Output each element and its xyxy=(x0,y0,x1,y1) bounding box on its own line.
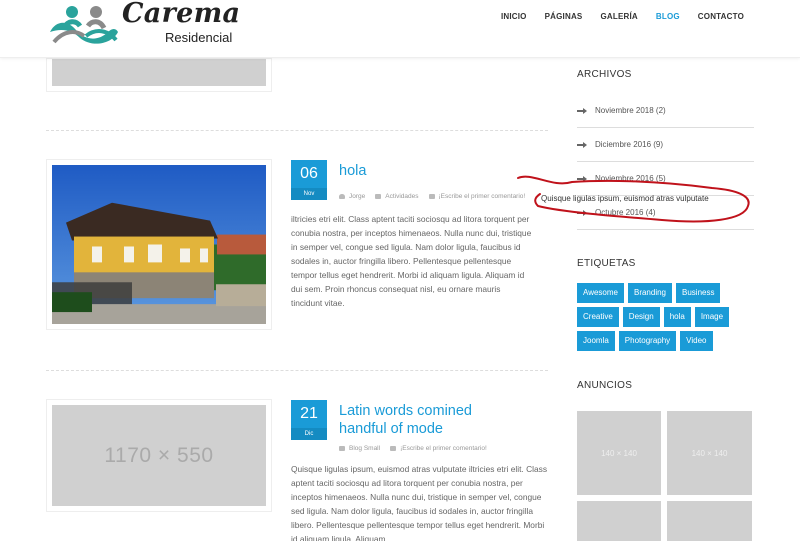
archives-heading: ARCHIVOS xyxy=(577,69,632,80)
tag[interactable]: Creative xyxy=(577,307,619,327)
tag[interactable]: Design xyxy=(622,307,660,327)
nav-inicio[interactable]: INICIO xyxy=(501,12,527,21)
comment-icon xyxy=(390,446,397,451)
arrow-right-icon xyxy=(577,107,587,115)
post-excerpt: iltricies etri elit. Class aptent taciti… xyxy=(291,214,532,308)
post-title-line: handful of mode xyxy=(339,421,443,437)
archive-item[interactable]: Diciembre 2016 (9) xyxy=(577,128,754,162)
archive-label: Diciembre 2016 (9) xyxy=(595,140,664,149)
post-month: Nov xyxy=(291,188,327,200)
post-category[interactable]: Blog Small xyxy=(349,445,380,452)
tag[interactable]: Business xyxy=(676,283,721,303)
ad-banner[interactable]: 140 × 140 xyxy=(667,411,752,495)
arrow-right-icon xyxy=(577,141,587,149)
tooltip-text: Quisque ligulas ipsum, euismod atras vul… xyxy=(541,194,709,203)
tags-heading: ETIQUETAS xyxy=(577,258,636,269)
post-date-badge: 06 Nov xyxy=(291,160,327,200)
logo-mark-icon xyxy=(50,6,118,44)
nav-galeria[interactable]: GALERÍA xyxy=(600,12,637,21)
folder-icon xyxy=(339,446,345,451)
post-meta: Jorge Actividades ¡Escribe el primer com… xyxy=(339,193,525,200)
previous-post-thumbnail[interactable] xyxy=(46,58,272,92)
image-placeholder: 1170 × 550 xyxy=(52,405,266,506)
archive-label: Noviembre 2016 (5) xyxy=(595,174,666,183)
image-placeholder xyxy=(52,59,266,86)
archive-label: Noviembre 2018 (2) xyxy=(595,106,666,115)
ad-banner[interactable] xyxy=(667,501,752,541)
tag[interactable]: Awesome xyxy=(577,283,624,303)
post-comments[interactable]: ¡Escribe el primer comentario! xyxy=(400,445,487,452)
archive-label: Octubre 2016 (4) xyxy=(595,208,656,217)
tag[interactable]: Branding xyxy=(627,283,673,303)
tag[interactable]: Video xyxy=(680,331,713,351)
post-title[interactable]: Latin words comined handful of mode xyxy=(339,402,472,438)
post-category[interactable]: Actividades xyxy=(385,193,418,200)
post-day: 06 xyxy=(291,160,327,188)
site-header: Carema Residencial INICIO PÁGINAS GALERÍ… xyxy=(0,0,800,58)
house-photo xyxy=(52,165,266,324)
post-title-line: Latin words comined xyxy=(339,403,472,419)
post-comments[interactable]: ¡Escribe el primer comentario! xyxy=(439,193,526,200)
post-divider xyxy=(46,370,548,371)
nav-blog[interactable]: BLOG xyxy=(656,12,680,21)
post-day: 21 xyxy=(291,400,327,428)
tag-cloud: Awesome Branding Business Creative Desig… xyxy=(577,283,757,351)
arrow-right-icon xyxy=(577,175,587,183)
post-month: Dic xyxy=(291,428,327,440)
post-meta: Blog Small ¡Escribe el primer comentario… xyxy=(339,445,487,452)
archive-item[interactable]: Noviembre 2016 (5) xyxy=(577,162,754,196)
nav-paginas[interactable]: PÁGINAS xyxy=(545,12,583,21)
site-logo[interactable]: Carema Residencial xyxy=(46,0,240,50)
tag[interactable]: Joomla xyxy=(577,331,615,351)
folder-icon xyxy=(375,194,382,199)
user-icon xyxy=(339,194,345,199)
tag[interactable]: Image xyxy=(694,307,730,327)
post-divider xyxy=(46,130,548,131)
tag[interactable]: Photography xyxy=(618,331,677,351)
tag[interactable]: hola xyxy=(663,307,691,327)
post-image[interactable]: 1170 × 550 xyxy=(46,399,272,512)
comment-icon xyxy=(428,194,435,199)
post-author[interactable]: Jorge xyxy=(349,193,365,200)
arrow-right-icon xyxy=(577,209,587,217)
logo-subtitle: Residencial xyxy=(165,30,233,45)
ad-banner[interactable] xyxy=(577,501,661,541)
ads-heading: ANUNCIOS xyxy=(577,380,633,391)
main-nav: INICIO PÁGINAS GALERÍA BLOG CONTACTO xyxy=(501,12,744,21)
logo-name: Carema xyxy=(122,0,241,29)
post-excerpt: Quisque ligulas ipsum, euismod atras vul… xyxy=(291,464,548,541)
nav-contacto[interactable]: CONTACTO xyxy=(698,12,744,21)
post-title[interactable]: hola xyxy=(339,162,366,180)
archive-item[interactable]: Noviembre 2018 (2) xyxy=(577,94,754,128)
ad-banner[interactable]: 140 × 140 xyxy=(577,411,661,495)
post-date-badge: 21 Dic xyxy=(291,400,327,440)
post-image[interactable] xyxy=(46,159,272,330)
